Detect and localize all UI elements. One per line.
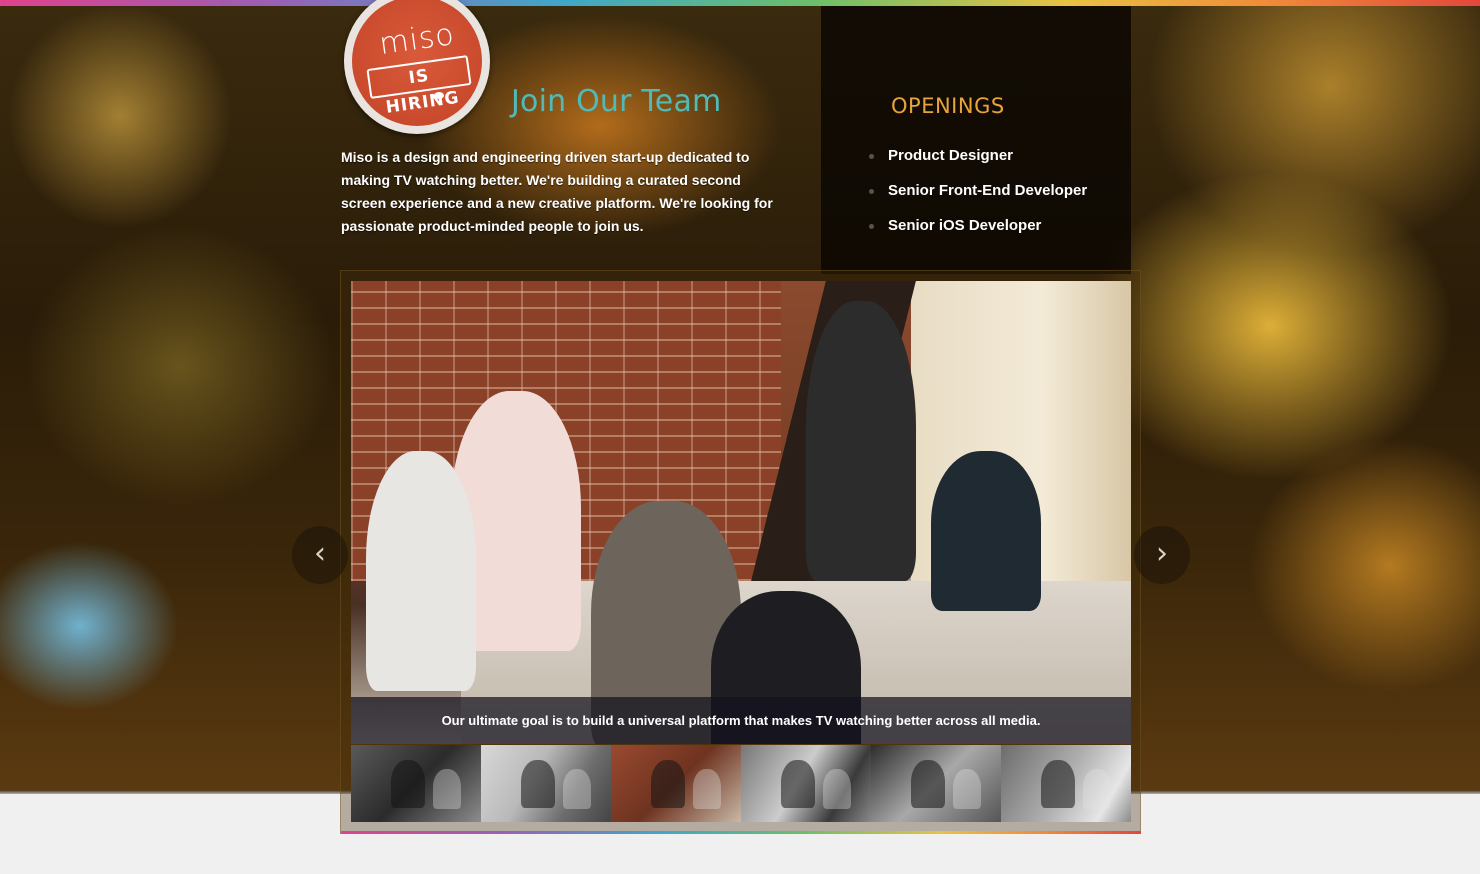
opening-label[interactable]: Senior Front-End Developer	[888, 182, 1087, 199]
person-white-hoodie	[366, 451, 476, 691]
opening-label[interactable]: Senior iOS Developer	[888, 217, 1041, 234]
person-standing	[806, 301, 916, 581]
opening-senior-front-end-developer[interactable]: Senior Front-End Developer	[869, 181, 1087, 216]
thumbnail[interactable]	[741, 745, 871, 822]
bullet-icon	[869, 224, 874, 229]
top-rainbow-bar	[0, 0, 1480, 6]
thumbnail-figure	[433, 769, 461, 809]
openings-panel: OPENINGS Product Designer Senior Front-E…	[821, 6, 1131, 274]
thumbnail-figure	[953, 769, 981, 809]
page-title: Join Our Team	[511, 84, 722, 119]
bullet-icon	[869, 189, 874, 194]
openings-list: Product Designer Senior Front-End Develo…	[869, 146, 1087, 251]
thumbnail-figure	[823, 769, 851, 809]
openings-title: OPENINGS	[891, 94, 1005, 118]
thumbnail-figure	[911, 760, 945, 808]
thumbnail-figure	[1083, 769, 1111, 809]
slide-caption: Our ultimate goal is to build a universa…	[441, 713, 1041, 728]
logo-dot	[434, 92, 444, 99]
chevron-right-icon[interactable]: ›	[1134, 526, 1190, 584]
thumbnail-figure	[651, 760, 685, 808]
opening-product-designer[interactable]: Product Designer	[869, 146, 1087, 181]
thumbnail[interactable]	[351, 745, 481, 822]
thumbnail-figure	[563, 769, 591, 809]
thumbnail[interactable]	[611, 745, 741, 822]
thumbnail-figure	[693, 769, 721, 809]
slide-photo	[351, 281, 1131, 744]
person-seated-right	[931, 451, 1041, 611]
logo-badge-inner: miso IS HIRING	[352, 0, 482, 126]
thumbnail[interactable]	[1001, 745, 1131, 822]
slideshow-rainbow-bar	[341, 831, 1141, 834]
thumbnail-figure	[521, 760, 555, 808]
opening-senior-ios-developer[interactable]: Senior iOS Developer	[869, 216, 1087, 251]
thumbnail-strip	[351, 745, 1131, 822]
thumbnail-figure	[1041, 760, 1075, 808]
thumbnail[interactable]	[481, 745, 611, 822]
bullet-icon	[869, 154, 874, 159]
thumbnail[interactable]	[871, 745, 1001, 822]
intro-text: Miso is a design and engineering driven …	[341, 149, 773, 234]
chevron-left-icon[interactable]: ‹	[292, 526, 348, 584]
thumbnail-figure	[781, 760, 815, 808]
opening-label[interactable]: Product Designer	[888, 147, 1013, 164]
thumbnail-figure	[391, 760, 425, 808]
